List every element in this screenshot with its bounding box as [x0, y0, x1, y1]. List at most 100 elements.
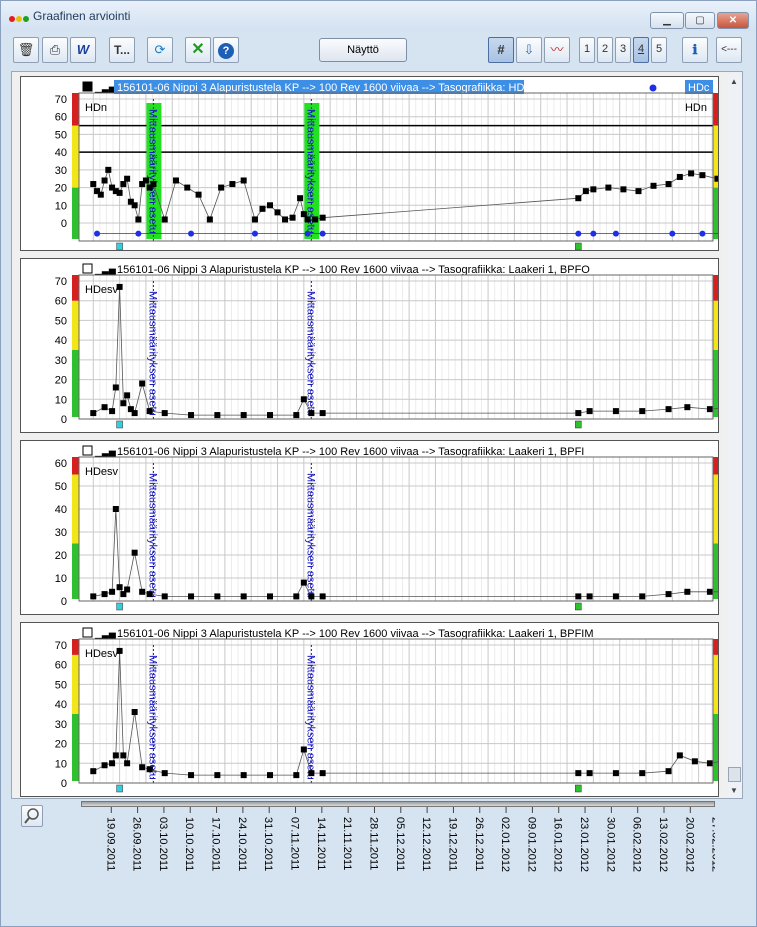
data-point[interactable] — [139, 764, 146, 771]
data-point[interactable] — [131, 202, 138, 209]
data-point[interactable] — [101, 177, 108, 184]
data-point[interactable] — [188, 772, 195, 779]
data-point[interactable] — [229, 181, 236, 188]
data-point[interactable] — [240, 177, 247, 184]
data-point[interactable] — [161, 770, 168, 777]
data-point[interactable] — [90, 410, 97, 417]
close-button[interactable]: ✕ — [717, 12, 749, 29]
data-point[interactable] — [214, 593, 221, 600]
page-button-4[interactable]: 4 — [633, 37, 649, 63]
event-marker-icon[interactable] — [116, 784, 123, 793]
data-point[interactable] — [586, 408, 593, 415]
data-point[interactable] — [105, 166, 112, 173]
data-point[interactable] — [120, 181, 127, 188]
data-point[interactable] — [699, 172, 706, 179]
data-point[interactable] — [575, 230, 582, 237]
data-point[interactable] — [676, 173, 683, 180]
data-point[interactable] — [240, 593, 247, 600]
data-point[interactable] — [139, 380, 146, 387]
data-point[interactable] — [714, 175, 718, 182]
data-point[interactable] — [124, 175, 131, 182]
alarm-levels-button[interactable]: 〰 — [544, 37, 570, 63]
data-point[interactable] — [575, 410, 582, 417]
data-point[interactable] — [161, 216, 168, 223]
data-point[interactable] — [90, 181, 97, 188]
data-point[interactable] — [575, 195, 582, 202]
data-point[interactable] — [665, 181, 672, 188]
data-point[interactable] — [312, 216, 319, 223]
data-point[interactable] — [173, 177, 179, 184]
data-point[interactable] — [109, 760, 116, 767]
data-point[interactable] — [612, 408, 619, 415]
data-point[interactable] — [620, 186, 627, 193]
data-point[interactable] — [590, 186, 597, 193]
data-point[interactable] — [319, 770, 326, 777]
data-point[interactable] — [218, 184, 225, 191]
data-point[interactable] — [706, 406, 713, 413]
data-point[interactable] — [319, 593, 326, 600]
data-point[interactable] — [575, 593, 582, 600]
data-point[interactable] — [300, 396, 307, 403]
data-point[interactable] — [116, 584, 123, 591]
data-point[interactable] — [206, 216, 213, 223]
data-point[interactable] — [684, 588, 691, 595]
data-point[interactable] — [188, 412, 195, 419]
data-point[interactable] — [319, 410, 326, 417]
data-point[interactable] — [267, 202, 273, 209]
data-point[interactable] — [706, 760, 713, 767]
data-point[interactable] — [293, 772, 300, 779]
data-point[interactable] — [297, 195, 304, 202]
data-point[interactable] — [90, 768, 97, 775]
event-marker-icon[interactable] — [116, 242, 123, 250]
info-button[interactable]: ℹ — [682, 37, 708, 63]
data-point[interactable] — [612, 593, 619, 600]
data-point[interactable] — [116, 189, 123, 196]
data-point[interactable] — [146, 408, 153, 415]
data-point[interactable] — [267, 412, 273, 419]
data-point[interactable] — [635, 188, 642, 195]
event-marker-icon[interactable] — [575, 602, 582, 611]
scroll-thumb[interactable] — [728, 767, 741, 782]
data-point[interactable] — [150, 181, 157, 188]
data-point[interactable] — [112, 752, 119, 759]
page-button-5[interactable]: 5 — [651, 37, 667, 63]
data-point[interactable] — [267, 593, 273, 600]
data-point[interactable] — [131, 410, 138, 417]
data-point[interactable] — [688, 170, 695, 177]
event-marker-icon[interactable] — [575, 784, 582, 793]
data-point[interactable] — [101, 591, 108, 598]
data-point[interactable] — [575, 770, 582, 777]
data-point[interactable] — [586, 593, 593, 600]
page-button-3[interactable]: 3 — [615, 37, 631, 63]
maximize-button[interactable]: ▢ — [685, 12, 715, 29]
data-point[interactable] — [289, 214, 296, 221]
data-point[interactable] — [308, 770, 315, 777]
data-point[interactable] — [135, 230, 142, 237]
data-point[interactable] — [131, 709, 138, 716]
page-button-1[interactable]: 1 — [579, 37, 595, 63]
data-point[interactable] — [101, 404, 108, 411]
data-point[interactable] — [665, 768, 672, 775]
data-point[interactable] — [293, 412, 300, 419]
data-point[interactable] — [120, 752, 127, 759]
event-marker-icon[interactable] — [116, 420, 123, 429]
data-point[interactable] — [293, 593, 300, 600]
data-point[interactable] — [101, 762, 108, 769]
data-point[interactable] — [669, 230, 676, 237]
data-point[interactable] — [97, 191, 104, 198]
data-point[interactable] — [639, 770, 646, 777]
data-point[interactable] — [612, 770, 619, 777]
word-export-button[interactable]: W — [70, 37, 96, 63]
data-point[interactable] — [300, 746, 307, 753]
data-point[interactable] — [109, 588, 116, 595]
data-point[interactable] — [582, 188, 589, 195]
scroll-up-arrow-icon[interactable]: ▲ — [730, 77, 738, 86]
data-point[interactable] — [308, 593, 315, 600]
display-button[interactable]: Näyttö — [319, 38, 407, 62]
vertical-scrollbar[interactable]: ▲ ▼ — [727, 75, 742, 797]
delete-button[interactable]: 🗑 — [13, 37, 39, 63]
data-point[interactable] — [251, 216, 258, 223]
data-point[interactable] — [112, 384, 119, 391]
data-point[interactable] — [304, 216, 311, 223]
data-point[interactable] — [184, 184, 191, 191]
